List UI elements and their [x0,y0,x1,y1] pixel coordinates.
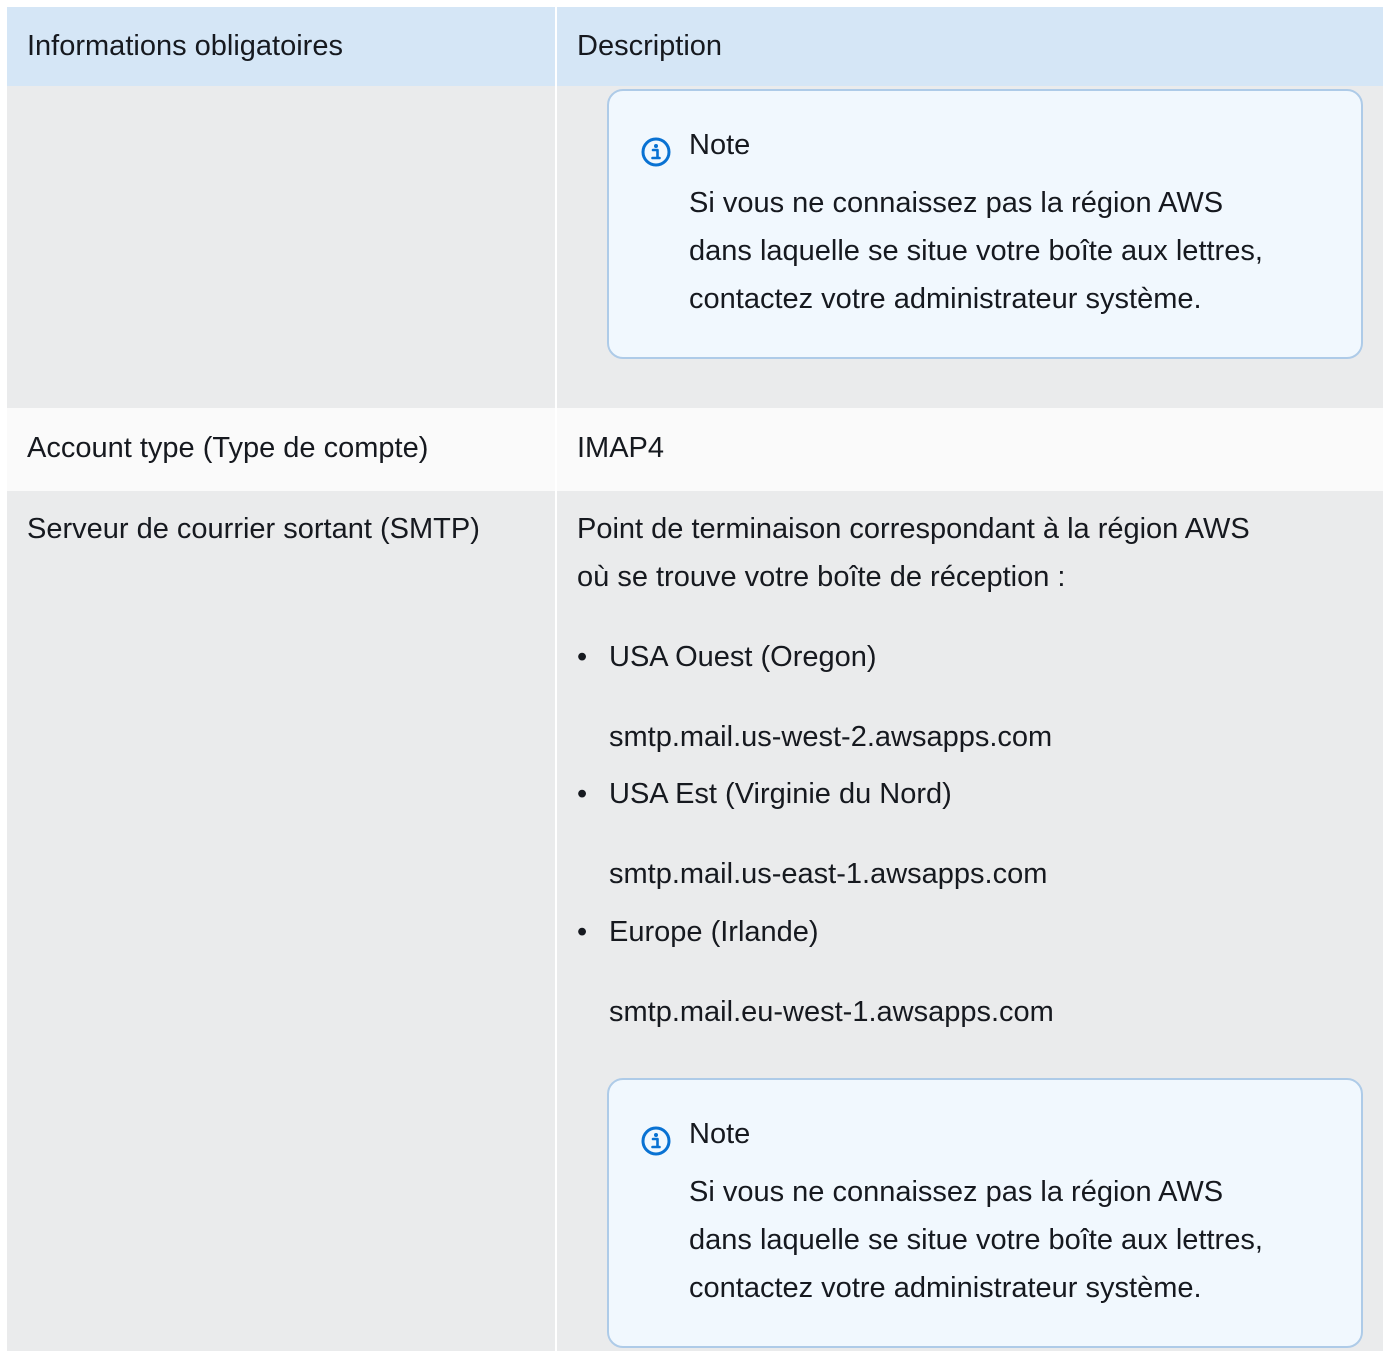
note-title: Note [689,129,751,161]
note-line: contactez votre administrateur système. [689,1272,1202,1304]
table-row: Account type (Type de compte) IMAP4 [7,408,1383,491]
header-label-required-info: Informations obligatoires [27,30,343,62]
header-cell-description: Description [557,7,1383,86]
header-cell-required-info: Informations obligatoires [7,7,555,86]
region-name: USA Est (Virginie du Nord) [609,778,952,810]
region-endpoint: smtp.mail.us-east-1.awsapps.com [609,858,1048,890]
bullet-icon: • [577,916,588,948]
row-label-cell: Account type (Type de compte) [7,408,555,491]
table-header: Informations obligatoires Description [7,7,1383,86]
table-row: Note Si vous ne connaissez pas la région… [7,86,1383,408]
note-line: Si vous ne connaissez pas la région AWS [689,1176,1224,1208]
row-description-cell: Note Si vous ne connaissez pas la région… [557,86,1383,408]
smtp-intro-line: où se trouve votre boîte de réception : [577,561,1066,593]
row-description-cell: Point de terminaison correspondant à la … [557,491,1383,1351]
note-line: contactez votre administrateur système. [689,283,1202,315]
info-circle-icon [641,1126,671,1156]
smtp-intro-line: Point de terminaison correspondant à la … [577,513,1250,545]
note-line: Si vous ne connaissez pas la région AWS [689,187,1224,219]
bullet-icon: • [577,778,588,810]
account-type-label: Account type (Type de compte) [27,432,429,464]
region-name: USA Ouest (Oregon) [609,641,877,673]
note-box: Note Si vous ne connaissez pas la région… [607,1078,1363,1348]
note-text: Si vous ne connaissez pas la région AWS … [689,179,1349,323]
smtp-server-label: Serveur de courrier sortant (SMTP) [27,513,480,545]
row-label-cell: Serveur de courrier sortant (SMTP) [7,491,555,1351]
region-endpoint: smtp.mail.eu-west-1.awsapps.com [609,996,1054,1028]
table-row: Serveur de courrier sortant (SMTP) Point… [7,491,1383,1351]
note-text: Si vous ne connaissez pas la région AWS … [689,1168,1349,1312]
note-line: dans laquelle se situe votre boîte aux l… [689,1224,1263,1256]
header-label-description: Description [577,30,723,62]
settings-table: Informations obligatoires Description No… [7,7,1383,1351]
row-label-cell [7,86,555,408]
region-name: Europe (Irlande) [609,916,819,948]
account-type-value: IMAP4 [577,432,665,464]
region-endpoint: smtp.mail.us-west-2.awsapps.com [609,721,1053,753]
note-title: Note [689,1118,751,1150]
row-description-cell: IMAP4 [557,408,1383,491]
bullet-icon: • [577,641,588,673]
note-box: Note Si vous ne connaissez pas la région… [607,89,1363,359]
info-circle-icon [641,137,671,167]
note-line: dans laquelle se situe votre boîte aux l… [689,235,1263,267]
